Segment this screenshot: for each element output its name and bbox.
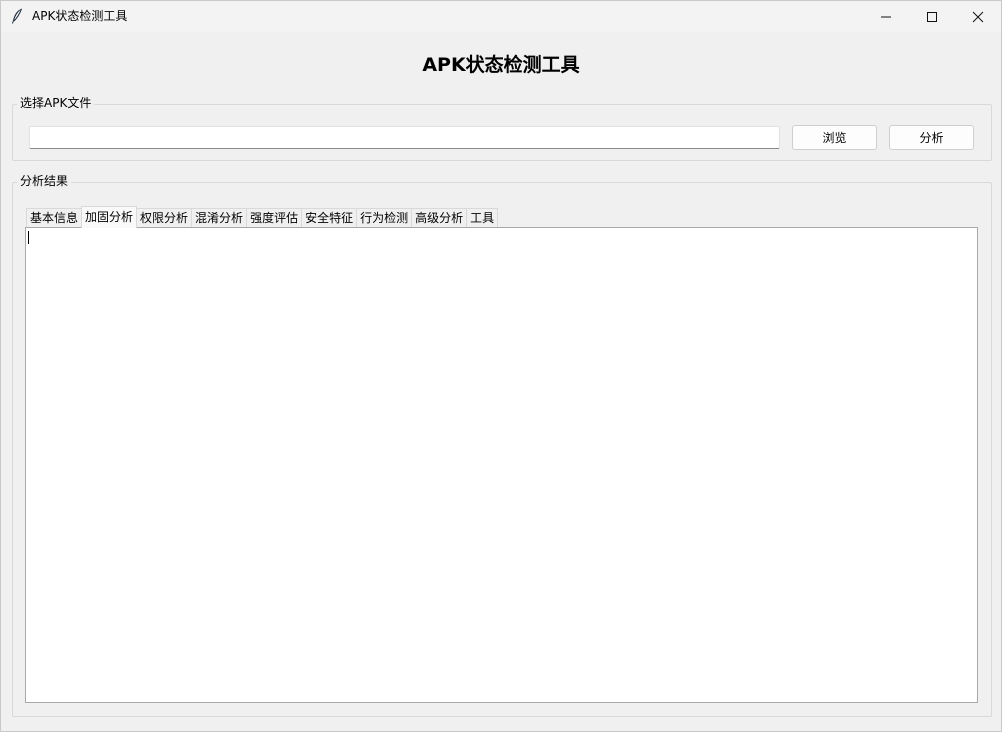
tab-strength-assessment[interactable]: 强度评估 [246,208,303,228]
tab-permission-analysis[interactable]: 权限分析 [136,208,193,228]
analyze-button[interactable]: 分析 [889,125,974,150]
close-icon [972,11,984,22]
minimize-button[interactable] [863,1,909,32]
analysis-output-text[interactable] [25,227,978,703]
tab-security-features[interactable]: 安全特征 [301,208,358,228]
feather-icon [11,8,23,24]
text-caret [28,231,29,244]
file-group-label: 选择APK文件 [17,96,95,110]
maximize-button[interactable] [909,1,955,32]
tab-basic-info[interactable]: 基本信息 [26,208,83,228]
page-title: APK状态检测工具 [422,54,580,76]
close-button[interactable] [955,1,1001,32]
result-tabs: 基本信息 加固分析 权限分析 混淆分析 强度评估 安全特征 行为检测 高级分析 … [26,206,499,228]
tab-packer-analysis[interactable]: 加固分析 [81,206,138,228]
title-bar[interactable]: APK状态检测工具 [1,1,1001,32]
browse-button[interactable]: 浏览 [792,125,877,150]
tab-advanced-analysis[interactable]: 高级分析 [411,208,468,228]
minimize-icon [881,16,891,17]
window-title: APK状态检测工具 [32,9,128,23]
tab-tools[interactable]: 工具 [466,208,499,228]
maximize-icon [927,11,937,22]
tab-behavior-detection[interactable]: 行为检测 [356,208,413,228]
app-window: APK状态检测工具 APK状态检测工具 选择APK文件 浏览 分析 分析结果 基… [0,0,1002,732]
result-group-label: 分析结果 [17,174,72,188]
apk-path-input[interactable] [29,126,780,149]
tab-obfuscation-analysis[interactable]: 混淆分析 [191,208,248,228]
